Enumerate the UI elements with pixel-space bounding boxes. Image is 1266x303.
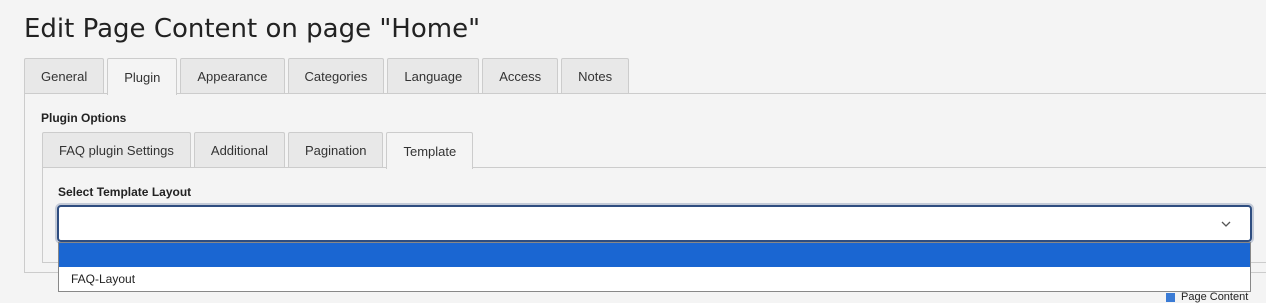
template-layout-options-list: FAQ-Layout [58, 242, 1251, 292]
tab-general[interactable]: General [24, 58, 105, 94]
tab-language[interactable]: Language [387, 58, 480, 94]
tab-faq-plugin-settings[interactable]: FAQ plugin Settings [42, 132, 191, 168]
tab-pagination[interactable]: Pagination [288, 132, 384, 168]
plugin-options-heading: Plugin Options [41, 111, 127, 125]
chevron-down-icon [1221, 221, 1231, 227]
page-content-link[interactable]: Page Content [1166, 291, 1248, 303]
tab-notes[interactable]: Notes [561, 58, 630, 94]
option-faq-layout[interactable]: FAQ-Layout [59, 267, 1250, 291]
page-content-icon [1166, 292, 1175, 302]
tab-categories[interactable]: Categories [287, 58, 385, 94]
tab-additional[interactable]: Additional [193, 132, 286, 168]
template-layout-select[interactable] [57, 205, 1252, 242]
tab-plugin[interactable]: Plugin [107, 58, 178, 95]
option-empty[interactable] [59, 243, 1250, 267]
tab-template[interactable]: Template [386, 132, 474, 169]
page-content-label: Page Content [1181, 291, 1249, 303]
select-template-layout-label: Select Template Layout [58, 185, 192, 199]
content-element-tabs: General Plugin Appearance Categories Lan… [24, 58, 632, 95]
plugin-options-tabs: FAQ plugin Settings Additional Paginatio… [42, 132, 476, 169]
tab-access[interactable]: Access [482, 58, 559, 94]
tab-appearance[interactable]: Appearance [180, 58, 285, 94]
page-title: Edit Page Content on page "Home" [24, 14, 481, 44]
